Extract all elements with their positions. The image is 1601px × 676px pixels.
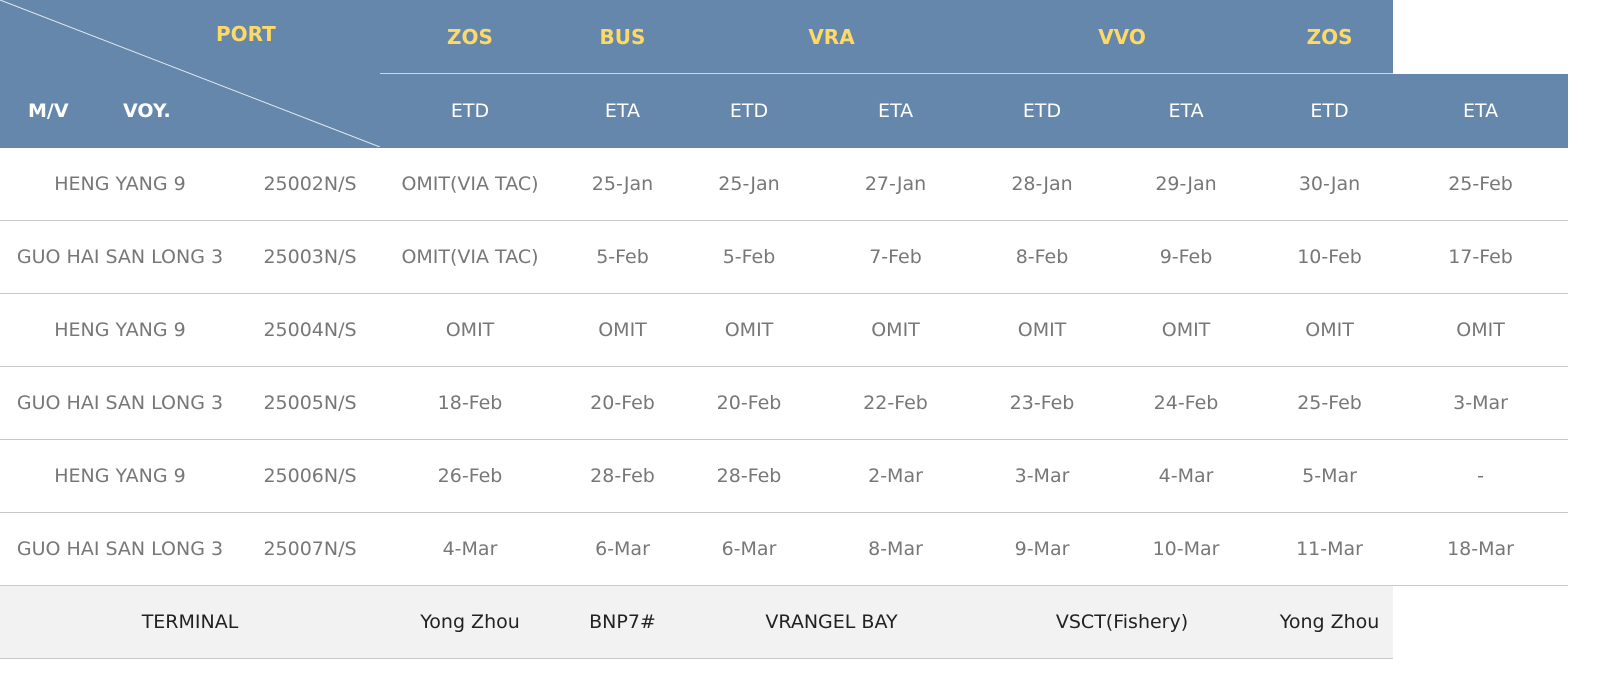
voyage-number-cell: 25004N/S bbox=[240, 293, 380, 367]
corner-header-cell: PORT M/V VOY. bbox=[0, 0, 380, 148]
schedule-date-cell: 25-Jan bbox=[560, 148, 685, 221]
schedule-date-cell: 26-Feb bbox=[380, 439, 560, 513]
schedule-date-cell: 2-Mar bbox=[813, 439, 979, 513]
vessel-name-cell: GUO HAI SAN LONG 3 bbox=[0, 512, 240, 586]
schedule-date-cell: OMIT bbox=[978, 293, 1107, 367]
schedule-date-cell: 28-Jan bbox=[978, 148, 1107, 221]
event-header-eta: ETA bbox=[560, 73, 685, 148]
schedule-date-cell: 8-Mar bbox=[813, 512, 979, 586]
event-header-etd: ETD bbox=[685, 73, 813, 148]
port-corner-label: PORT bbox=[216, 22, 276, 46]
schedule-date-cell: 10-Feb bbox=[1266, 220, 1394, 294]
schedule-date-cell: 27-Jan bbox=[813, 148, 979, 221]
vessel-name-cell: HENG YANG 9 bbox=[0, 293, 240, 367]
terminal-row: TERMINAL Yong Zhou BNP7# VRANGEL BAY VSCT(Fi… bbox=[0, 585, 1568, 659]
table-row: GUO HAI SAN LONG 3 25005N/S 18-Feb 20-Feb 20… bbox=[0, 366, 1569, 440]
schedule-date-cell: 8-Feb bbox=[978, 220, 1107, 294]
schedule-date-cell: 25-Jan bbox=[685, 148, 813, 221]
table-row: HENG YANG 9 25004N/S OMIT OMIT OMIT OMIT OMIT O… bbox=[0, 293, 1569, 367]
schedule-date-cell: 9-Feb bbox=[1106, 220, 1267, 294]
schedule-date-cell: 6-Mar bbox=[685, 512, 813, 586]
table-body: HENG YANG 9 25002N/S OMIT(VIA TAC) 25-Jan 25… bbox=[0, 148, 1569, 659]
schedule-date-cell: OMIT bbox=[813, 293, 979, 367]
schedule-date-cell: 5-Feb bbox=[685, 220, 813, 294]
voyage-number-cell: 25006N/S bbox=[240, 439, 380, 513]
schedule-date-cell: 23-Feb bbox=[978, 366, 1107, 440]
vessel-name-cell: GUO HAI SAN LONG 3 bbox=[0, 220, 240, 294]
voyage-number-cell: 25005N/S bbox=[240, 366, 380, 440]
schedule-date-cell: 28-Feb bbox=[560, 439, 685, 513]
terminal-name-cell: VRANGEL BAY bbox=[685, 585, 979, 659]
schedule-date-cell: 18-Mar bbox=[1393, 512, 1569, 586]
table-row: GUO HAI SAN LONG 3 25007N/S 4-Mar 6-Mar 6-Ma… bbox=[0, 512, 1569, 586]
schedule-date-cell: OMIT bbox=[380, 293, 560, 367]
event-header-etd: ETD bbox=[380, 73, 560, 148]
schedule-date-cell: 25-Feb bbox=[1393, 148, 1569, 221]
schedule-date-cell: 5-Mar bbox=[1266, 439, 1394, 513]
schedule-date-cell: OMIT(VIA TAC) bbox=[380, 220, 560, 294]
table-header: PORT M/V VOY. ZOS BUS VRA VVO ZOS ETD ETA ETD E… bbox=[0, 0, 1569, 148]
vessel-column-label: M/V bbox=[28, 100, 69, 122]
voyage-column-label: VOY. bbox=[123, 100, 171, 122]
schedule-date-cell: 3-Mar bbox=[978, 439, 1107, 513]
event-header-eta: ETA bbox=[1106, 73, 1267, 148]
schedule-date-cell: 29-Jan bbox=[1106, 148, 1267, 221]
schedule-table: PORT M/V VOY. ZOS BUS VRA VVO ZOS ETD ETA ETD E… bbox=[0, 0, 1569, 659]
vessel-name-cell: GUO HAI SAN LONG 3 bbox=[0, 366, 240, 440]
terminal-name-cell: BNP7# bbox=[560, 585, 685, 659]
schedule-date-cell: - bbox=[1393, 439, 1569, 513]
terminal-name-cell: VSCT(Fishery) bbox=[978, 585, 1267, 659]
schedule-date-cell: 20-Feb bbox=[560, 366, 685, 440]
schedule-date-cell: 9-Mar bbox=[978, 512, 1107, 586]
voyage-number-cell: 25002N/S bbox=[240, 148, 380, 221]
terminal-label: TERMINAL bbox=[0, 585, 380, 659]
port-header-vra: VRA bbox=[685, 0, 979, 74]
schedule-date-cell: OMIT bbox=[685, 293, 813, 367]
schedule-date-cell: 10-Mar bbox=[1106, 512, 1267, 586]
schedule-date-cell: 20-Feb bbox=[685, 366, 813, 440]
schedule-date-cell: 24-Feb bbox=[1106, 366, 1267, 440]
schedule-date-cell: 11-Mar bbox=[1266, 512, 1394, 586]
schedule-date-cell: OMIT bbox=[1393, 293, 1569, 367]
vessel-name-cell: HENG YANG 9 bbox=[0, 148, 240, 221]
port-header-bus: BUS bbox=[560, 0, 685, 74]
schedule-date-cell: 4-Mar bbox=[1106, 439, 1267, 513]
voyage-number-cell: 25003N/S bbox=[240, 220, 380, 294]
event-header-etd: ETD bbox=[978, 73, 1107, 148]
vessel-name-cell: HENG YANG 9 bbox=[0, 439, 240, 513]
table-row: HENG YANG 9 25002N/S OMIT(VIA TAC) 25-Jan 25… bbox=[0, 148, 1569, 221]
schedule-date-cell: 7-Feb bbox=[813, 220, 979, 294]
port-header-row: PORT M/V VOY. ZOS BUS VRA VVO ZOS bbox=[0, 0, 1568, 148]
schedule-date-cell: 18-Feb bbox=[380, 366, 560, 440]
schedule-date-cell: 4-Mar bbox=[380, 512, 560, 586]
schedule-date-cell: 25-Feb bbox=[1266, 366, 1394, 440]
table-row: HENG YANG 9 25006N/S 26-Feb 28-Feb 28-Feb 2-M… bbox=[0, 439, 1569, 513]
schedule-date-cell: OMIT(VIA TAC) bbox=[380, 148, 560, 221]
schedule-date-cell: OMIT bbox=[1106, 293, 1267, 367]
sailing-schedule: PORT M/V VOY. ZOS BUS VRA VVO ZOS ETD ETA ETD E… bbox=[0, 0, 1569, 662]
schedule-date-cell: 30-Jan bbox=[1266, 148, 1394, 221]
table-row: GUO HAI SAN LONG 3 25003N/S OMIT(VIA TAC) 5… bbox=[0, 220, 1569, 294]
event-header-etd: ETD bbox=[1266, 73, 1394, 148]
schedule-date-cell: 17-Feb bbox=[1393, 220, 1569, 294]
port-header-zos: ZOS bbox=[1266, 0, 1394, 74]
corner-diagonal-line bbox=[0, 0, 380, 147]
schedule-date-cell: OMIT bbox=[1266, 293, 1394, 367]
port-header-vvo: VVO bbox=[978, 0, 1267, 74]
terminal-name-cell: Yong Zhou bbox=[380, 585, 560, 659]
voyage-number-cell: 25007N/S bbox=[240, 512, 380, 586]
schedule-date-cell: 22-Feb bbox=[813, 366, 979, 440]
schedule-date-cell: OMIT bbox=[560, 293, 685, 367]
schedule-date-cell: 6-Mar bbox=[560, 512, 685, 586]
schedule-date-cell: 5-Feb bbox=[560, 220, 685, 294]
event-header-eta: ETA bbox=[1393, 73, 1569, 148]
terminal-name-cell: Yong Zhou bbox=[1266, 585, 1394, 659]
port-header-zos: ZOS bbox=[380, 0, 560, 74]
schedule-date-cell: 28-Feb bbox=[685, 439, 813, 513]
event-header-eta: ETA bbox=[813, 73, 979, 148]
schedule-date-cell: 3-Mar bbox=[1393, 366, 1569, 440]
